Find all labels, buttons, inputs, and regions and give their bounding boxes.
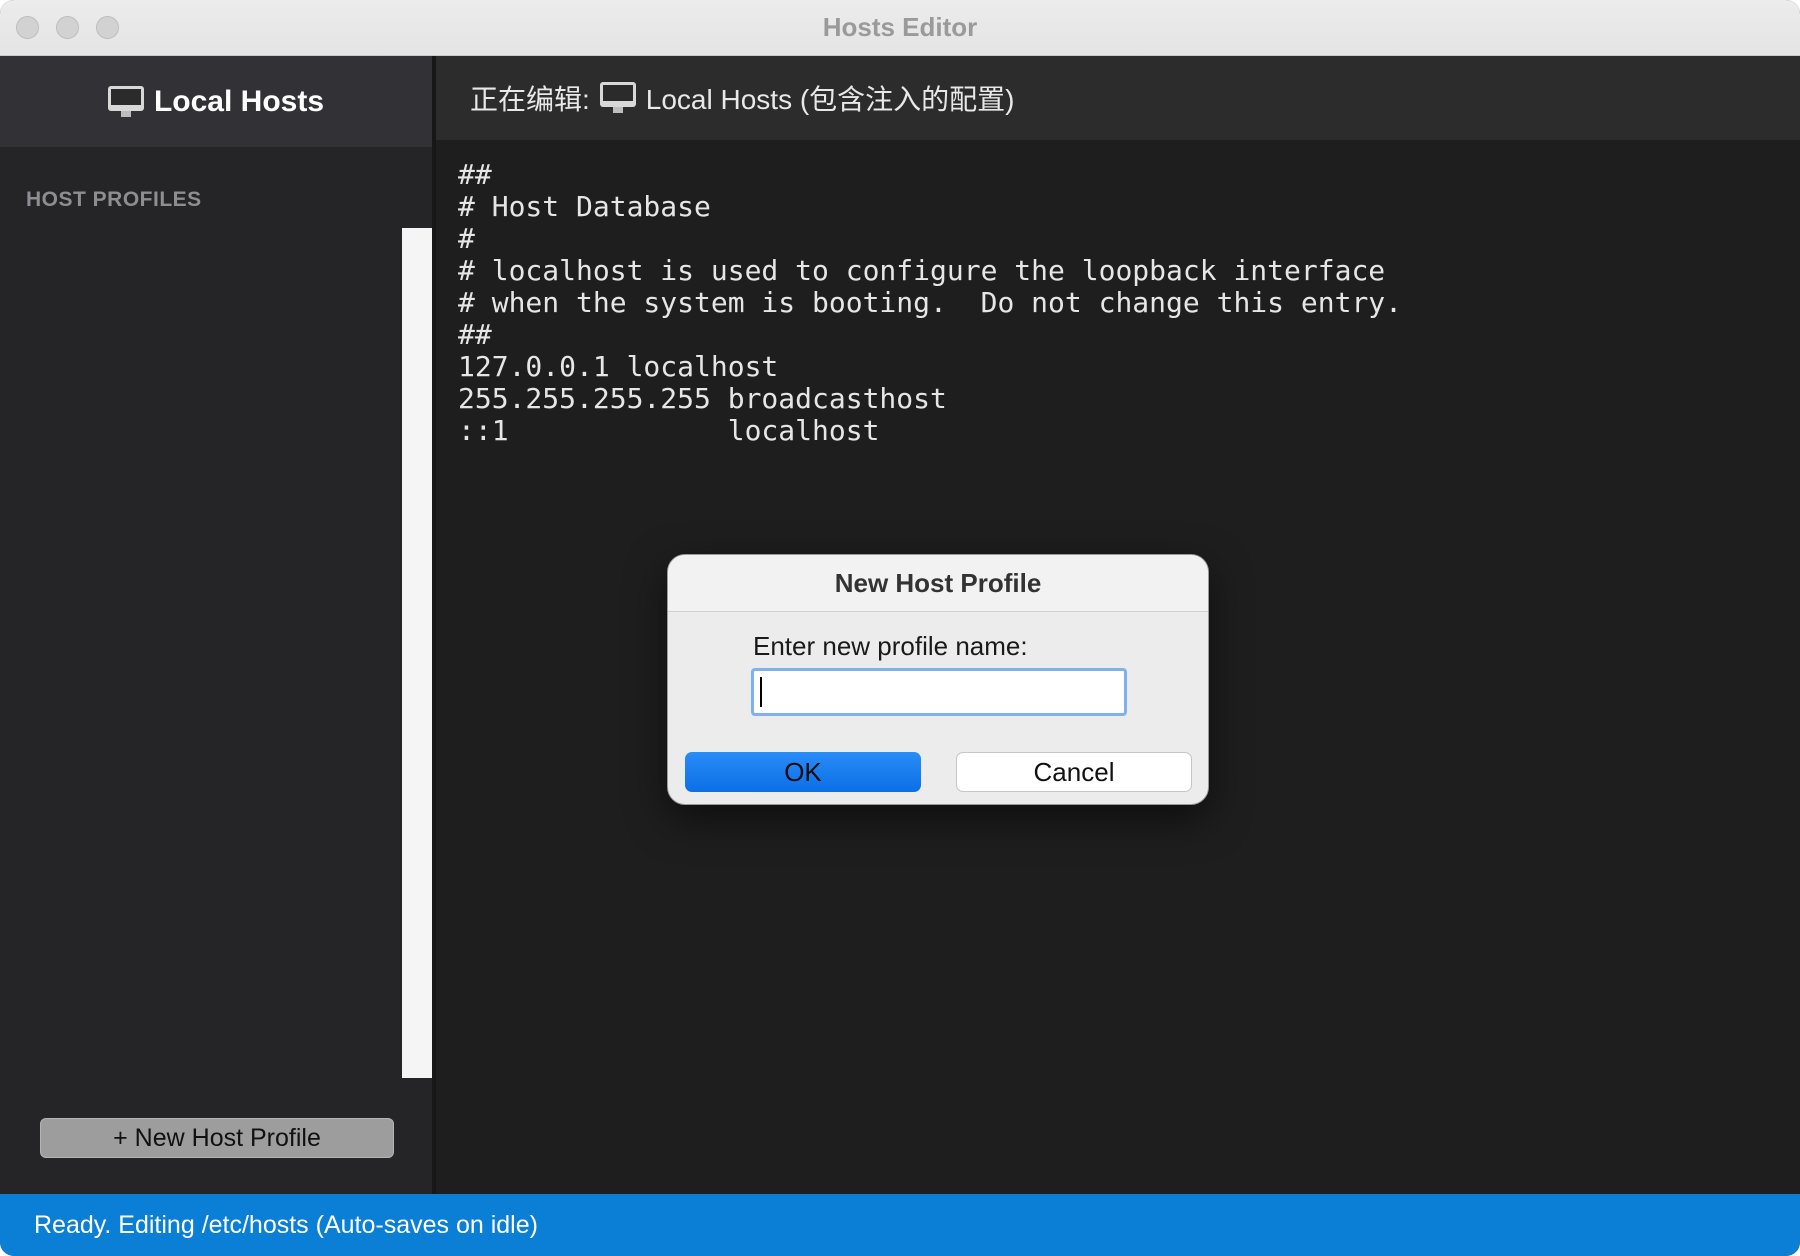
editor-line: ## [458, 158, 492, 191]
status-bar: Ready. Editing /etc/hosts (Auto-saves on… [0, 1194, 1800, 1256]
profile-name-input[interactable] [751, 668, 1127, 716]
monitor-icon [599, 82, 636, 114]
sidebar-header-title: Local Hosts [153, 84, 325, 118]
monitor-icon [107, 85, 144, 118]
editor-line: # Host Database [458, 190, 711, 223]
hosts-editor-window: Hosts Editor Local Hosts HOST PROFILES +… [0, 0, 1800, 1256]
cancel-button[interactable]: Cancel [956, 752, 1192, 792]
new-host-profile-button[interactable]: + New Host Profile [40, 1118, 394, 1158]
editor-line: 255.255.255.255 broadcasthost [458, 382, 947, 415]
sidebar: Local Hosts HOST PROFILES + New Host Pro… [0, 56, 432, 1194]
editor-line: # localhost is used to configure the loo… [458, 254, 1386, 287]
status-text: Ready. Editing /etc/hosts (Auto-saves on… [34, 1211, 538, 1239]
sidebar-header-local-hosts[interactable]: Local Hosts [0, 56, 432, 147]
ok-button[interactable]: OK [685, 752, 921, 792]
window-title: Hosts Editor [822, 12, 978, 42]
new-host-profile-dialog: New Host Profile Enter new profile name:… [667, 554, 1209, 805]
editing-label: 正在编辑: [470, 84, 590, 115]
editor-line: 127.0.0.1 localhost [458, 350, 779, 383]
dialog-title: New Host Profile [668, 555, 1208, 612]
editor-line: # [458, 222, 475, 255]
profile-list-scrollbar[interactable] [402, 228, 432, 1078]
title-bar: Hosts Editor [0, 0, 1800, 56]
text-caret [760, 677, 762, 707]
host-profiles-section-label: HOST PROFILES [26, 188, 202, 211]
editor-header: 正在编辑: Local Hosts (包含注入的配置) [436, 56, 1800, 140]
dialog-prompt: Enter new profile name: [753, 631, 1028, 661]
host-profile-list[interactable] [0, 228, 402, 1078]
editor-line: ## [458, 318, 492, 351]
editor-line: # when the system is booting. Do not cha… [458, 286, 1403, 319]
editing-profile-name: Local Hosts (包含注入的配置) [645, 84, 1015, 115]
editor-line: ::1 localhost [458, 414, 880, 447]
